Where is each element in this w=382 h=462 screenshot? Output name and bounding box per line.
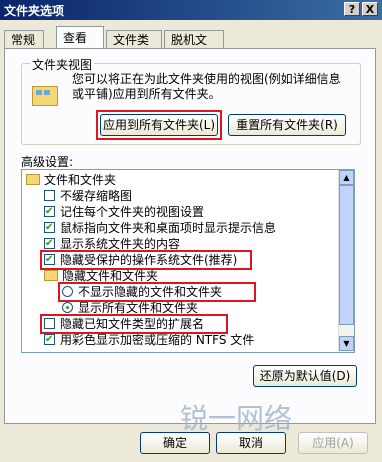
highlight-dont-show-hidden xyxy=(58,282,256,302)
close-button[interactable]: X xyxy=(362,2,378,16)
folder-view-description: 您可以将正在为此文件夹使用的视图(例如详细信息或平铺)应用到所有文件夹。 xyxy=(72,72,341,101)
checkbox[interactable] xyxy=(44,204,55,220)
checkbox[interactable] xyxy=(44,190,55,201)
folder-icon xyxy=(26,174,40,185)
window-title: 文件夹选项 xyxy=(4,4,65,18)
advanced-settings-list[interactable]: 文件和文件夹 不缓存缩略图 记住每个文件夹的视图设置 鼠标指向文件夹和桌面项时显… xyxy=(21,169,355,353)
checkbox[interactable] xyxy=(44,220,55,236)
radio-button[interactable] xyxy=(62,302,73,313)
checkbox[interactable] xyxy=(44,332,55,348)
watermark-logo: 锐一网络 xyxy=(180,402,293,435)
checkbox[interactable] xyxy=(44,236,55,252)
scroll-thumb[interactable] xyxy=(339,185,354,325)
tab-offline-files[interactable]: 脱机文件 xyxy=(164,30,224,65)
reset-all-folders-button[interactable]: 重置所有文件夹(R) xyxy=(228,114,346,136)
folder-icon xyxy=(44,270,58,281)
title-bar: 文件夹选项 ? X xyxy=(0,0,382,20)
restore-defaults-button[interactable]: 还原为默认值(D) xyxy=(253,365,357,387)
scrollbar[interactable]: ▲ ▼ xyxy=(338,170,354,352)
tab-view[interactable]: 查看 xyxy=(56,26,104,48)
scroll-down-icon[interactable]: ▼ xyxy=(339,336,354,351)
folder-view-group-label: 文件夹视图 xyxy=(30,56,95,73)
tab-file-types[interactable]: 文件类型 xyxy=(106,30,162,65)
highlight-hide-extensions xyxy=(40,314,228,334)
folder-view-icon xyxy=(32,80,58,106)
view-tab-panel: 文件夹视图 您可以将正在为此文件夹使用的视图(例如详细信息或平铺)应用到所有文件… xyxy=(4,48,376,424)
advanced-settings-label: 高级设置: xyxy=(21,155,74,169)
highlight-hide-protected xyxy=(40,250,252,270)
help-button[interactable]: ? xyxy=(344,2,360,16)
highlight-apply-all xyxy=(96,110,222,140)
folder-options-dialog: 文件夹选项 ? X 常规 查看 文件类型 脱机文件 文件夹视图 您可以将正在为此… xyxy=(0,0,382,462)
tab-general[interactable]: 常规 xyxy=(4,30,44,48)
folder-view-group: 文件夹视图 您可以将正在为此文件夹使用的视图(例如详细信息或平铺)应用到所有文件… xyxy=(21,56,361,145)
scroll-up-icon[interactable]: ▲ xyxy=(339,170,354,185)
apply-button[interactable]: 应用(A) xyxy=(298,432,368,454)
